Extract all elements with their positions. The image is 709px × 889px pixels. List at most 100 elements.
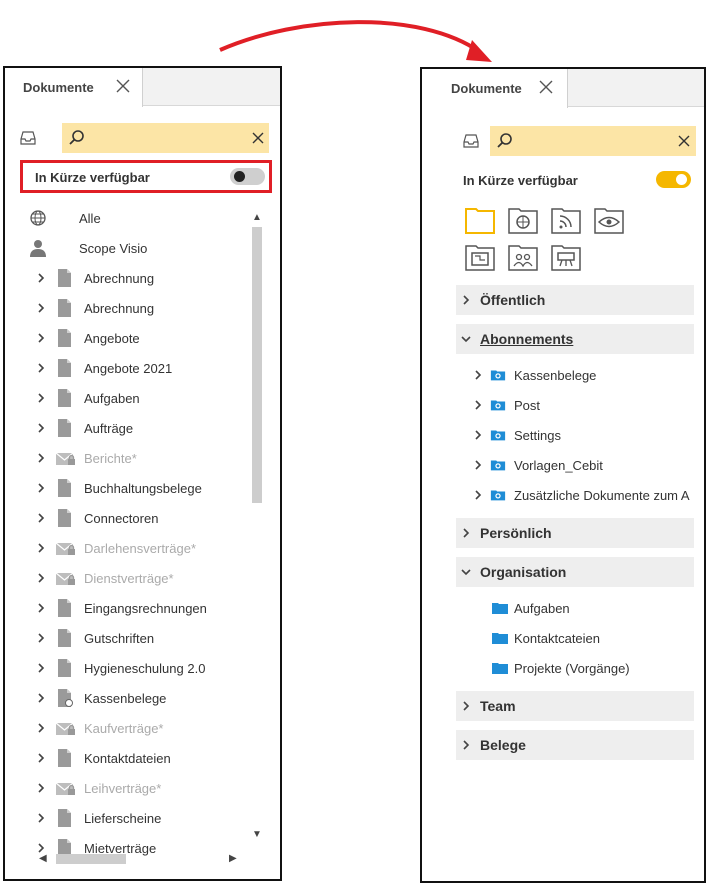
folder-item[interactable]: Post: [422, 390, 704, 420]
scroll-down-arrow-icon[interactable]: ▼: [252, 830, 262, 840]
tree-item[interactable]: Connectoren: [5, 503, 245, 533]
chevron-right-icon[interactable]: [35, 422, 47, 434]
chevron-right-icon[interactable]: [35, 722, 47, 734]
chevron-right-icon[interactable]: [472, 399, 484, 411]
board-folder-icon[interactable]: [550, 242, 582, 272]
chevron-right-icon[interactable]: [35, 542, 47, 554]
tree-item[interactable]: Abrechnung: [5, 293, 245, 323]
tree-item[interactable]: Dienstverträge*: [5, 563, 245, 593]
tree-item[interactable]: Berichte*: [5, 443, 245, 473]
folder-item[interactable]: Zusätzliche Dokumente zum A: [422, 480, 704, 510]
availability-toggle[interactable]: [230, 168, 265, 185]
eye-folder-icon[interactable]: [593, 205, 625, 235]
tree-item[interactable]: Kaufverträge*: [5, 713, 245, 743]
chevron-right-icon[interactable]: [472, 429, 484, 441]
scroll-right-arrow-icon[interactable]: ▶: [229, 854, 237, 864]
folder-item[interactable]: Projekte (Vorgänge): [422, 653, 704, 683]
section-header[interactable]: Belege: [456, 730, 694, 760]
chevron-right-icon[interactable]: [35, 692, 47, 704]
presentation-folder-icon[interactable]: [464, 242, 496, 272]
team-folder-icon[interactable]: [507, 242, 539, 272]
chevron-right-icon[interactable]: [460, 700, 472, 712]
chevron-right-icon[interactable]: [35, 362, 47, 374]
public-folder-icon[interactable]: [507, 205, 539, 235]
search-input[interactable]: [90, 123, 240, 153]
inbox-icon[interactable]: [19, 129, 37, 147]
chevron-right-icon[interactable]: [35, 302, 47, 314]
tab-dokumente[interactable]: Dokumente: [5, 68, 143, 107]
chevron-right-icon[interactable]: [472, 459, 484, 471]
chevron-right-icon[interactable]: [460, 739, 472, 751]
public-folder-icon: [490, 400, 506, 411]
horizontal-scrollbar-thumb[interactable]: [56, 854, 126, 864]
tree-item[interactable]: Buchhaltungsbelege: [5, 473, 245, 503]
folder-label: Aufgaben: [514, 600, 570, 616]
folder-item[interactable]: Kassenbelege: [422, 360, 704, 390]
close-icon[interactable]: [114, 77, 132, 95]
chevron-right-icon[interactable]: [35, 632, 47, 644]
folder-icon: [492, 633, 508, 644]
tree-item[interactable]: Leihverträge*: [5, 773, 245, 803]
search-input[interactable]: [518, 126, 668, 156]
feed-folder-icon[interactable]: [550, 205, 582, 235]
chevron-down-icon[interactable]: [460, 566, 472, 578]
tree-item-label: Scope Visio: [79, 240, 148, 256]
tree-item[interactable]: Eingangsrechnungen: [5, 593, 245, 623]
chevron-right-icon[interactable]: [35, 482, 47, 494]
scroll-left-arrow-icon[interactable]: ◀: [39, 854, 47, 864]
tree-item[interactable]: Angebote: [5, 323, 245, 353]
section-header[interactable]: Team: [456, 691, 694, 721]
clear-search-icon[interactable]: [250, 130, 266, 146]
folder-item[interactable]: Aufgaben: [422, 593, 704, 623]
chevron-down-icon[interactable]: [460, 333, 472, 345]
clear-search-icon[interactable]: [676, 133, 692, 149]
availability-toggle[interactable]: [656, 171, 691, 188]
chevron-right-icon[interactable]: [35, 572, 47, 584]
tab-dokumente[interactable]: Dokumente: [422, 69, 568, 108]
inbox-icon[interactable]: [462, 132, 480, 150]
chevron-right-icon[interactable]: [35, 752, 47, 764]
left-documents-panel: Dokumente In Kürze verfügbar Alle Scope …: [3, 66, 282, 881]
availability-toggle-row: In Kürze verfügbar: [35, 162, 265, 192]
tree-item[interactable]: Gutschriften: [5, 623, 245, 653]
chevron-right-icon[interactable]: [35, 512, 47, 524]
tree-item[interactable]: Kontaktdateien: [5, 743, 245, 773]
vertical-scrollbar[interactable]: ▲ ▼: [251, 213, 263, 843]
section-header[interactable]: Organisation: [456, 557, 694, 587]
chevron-right-icon[interactable]: [35, 812, 47, 824]
tree-item[interactable]: Aufgaben: [5, 383, 245, 413]
section-header[interactable]: Abonnements: [456, 324, 694, 354]
chevron-right-icon[interactable]: [460, 527, 472, 539]
chevron-right-icon[interactable]: [35, 662, 47, 674]
tree-item[interactable]: Angebote 2021: [5, 353, 245, 383]
tree-item[interactable]: Darlehensverträge*: [5, 533, 245, 563]
folder-icon[interactable]: [464, 205, 496, 235]
chevron-right-icon[interactable]: [35, 272, 47, 284]
section-header[interactable]: Persönlich: [456, 518, 694, 548]
scrollbar-thumb[interactable]: [252, 227, 262, 503]
chevron-right-icon[interactable]: [35, 332, 47, 344]
folder-type-filter: [464, 205, 634, 273]
chevron-right-icon[interactable]: [460, 294, 472, 306]
folder-item[interactable]: Kontaktcateien: [422, 623, 704, 653]
tree-item-label: Kaufverträge*: [84, 720, 164, 736]
section-header[interactable]: Öffentlich: [456, 285, 694, 315]
tree-item[interactable]: Hygieneschulung 2.0: [5, 653, 245, 683]
tree-item[interactable]: Lieferscheine: [5, 803, 245, 833]
chevron-right-icon[interactable]: [35, 782, 47, 794]
close-icon[interactable]: [537, 78, 555, 96]
tree-item[interactable]: Abrechnung: [5, 263, 245, 293]
folder-item[interactable]: Vorlagen_Cebit: [422, 450, 704, 480]
chevron-right-icon[interactable]: [472, 369, 484, 381]
chevron-right-icon[interactable]: [35, 602, 47, 614]
tree-item[interactable]: Kassenbelege: [5, 683, 245, 713]
tree-item[interactable]: Scope Visio: [5, 233, 245, 263]
tree-item[interactable]: Alle: [5, 203, 245, 233]
horizontal-scrollbar[interactable]: ◀ ▶: [39, 853, 239, 865]
folder-item[interactable]: Settings: [422, 420, 704, 450]
chevron-right-icon[interactable]: [35, 392, 47, 404]
tree-item[interactable]: Aufträge: [5, 413, 245, 443]
scroll-up-arrow-icon[interactable]: ▲: [252, 213, 262, 223]
chevron-right-icon[interactable]: [35, 452, 47, 464]
chevron-right-icon[interactable]: [472, 489, 484, 501]
